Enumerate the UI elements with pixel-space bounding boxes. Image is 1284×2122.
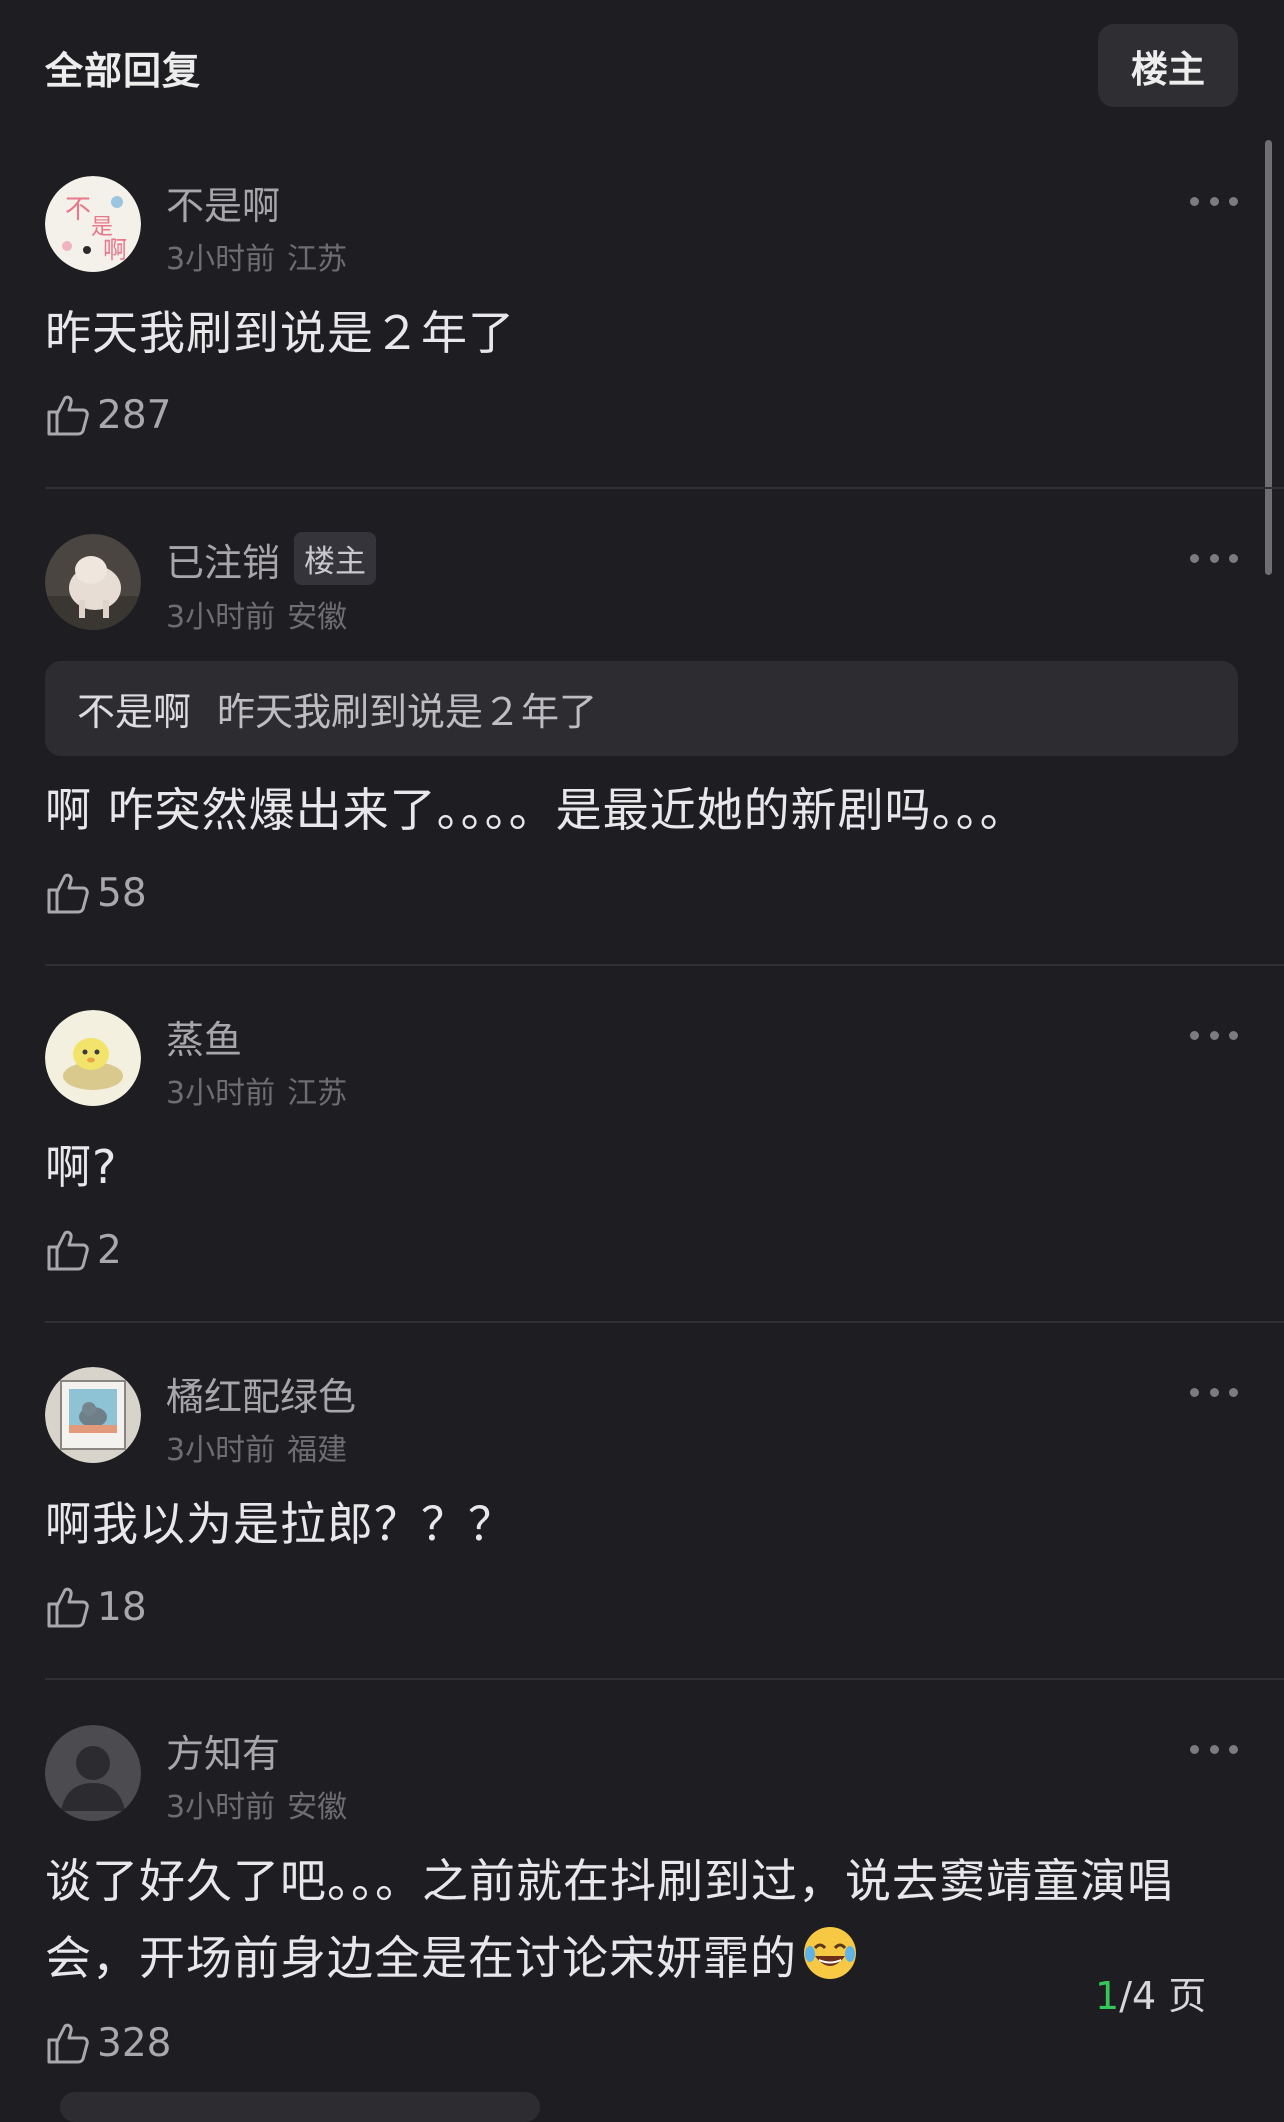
comment-text: 啊? — [45, 1140, 118, 1194]
thumbs-up-icon — [45, 1227, 91, 1273]
like-count: 287 — [97, 392, 172, 438]
like-button[interactable]: 2 — [45, 1227, 122, 1273]
tears-of-joy-emoji-icon — [801, 1924, 859, 1982]
quoted-text: 昨天我刷到说是２年了 — [217, 690, 598, 734]
thumbs-up-icon — [45, 392, 91, 438]
comment-meta: 3小时前 安徽 — [166, 1782, 347, 1826]
username[interactable]: 已注销 楼主 — [166, 532, 377, 587]
svg-text:啊: 啊 — [103, 236, 127, 264]
thumbs-up-icon — [45, 1584, 91, 1630]
comment-location: 福建 — [287, 1433, 348, 1468]
avatar[interactable] — [45, 1367, 141, 1463]
username[interactable]: 方知有 — [166, 1723, 280, 1778]
username[interactable]: 蒸鱼 — [166, 1009, 242, 1064]
comment-text: 啊我以为是拉郎？？？ — [45, 1497, 515, 1551]
avatar[interactable]: 不 是 啊 — [45, 176, 141, 272]
comment-meta: 3小时前 江苏 — [166, 1068, 347, 1112]
thumbs-up-icon — [45, 2020, 91, 2066]
comment-text: 昨天我刷到说是２年了 — [45, 306, 515, 360]
comment-location: 安徽 — [287, 600, 348, 635]
divider — [45, 964, 1284, 966]
avatar[interactable] — [45, 1010, 141, 1106]
comment-time: 3小时前 — [166, 600, 276, 635]
comment-location: 安徽 — [287, 1790, 348, 1825]
comment-time: 3小时前 — [166, 242, 276, 277]
like-button[interactable]: 58 — [45, 870, 147, 916]
like-count: 328 — [97, 2020, 172, 2066]
page-indicator[interactable]: 1/4 页 — [1095, 1965, 1206, 2020]
divider — [45, 1678, 1284, 1680]
comment-text-line-1: 谈了好久了吧。。。之前就在抖刷到过，说去窦靖童演唱 — [45, 1854, 1174, 1908]
like-button[interactable]: 18 — [45, 1584, 147, 1630]
quoted-reply[interactable]: 不是啊 昨天我刷到说是２年了 — [45, 661, 1238, 756]
op-badge: 楼主 — [294, 532, 377, 585]
quoted-username: 不是啊 — [77, 690, 192, 734]
comment-location: 江苏 — [287, 1076, 348, 1111]
comment-time: 3小时前 — [166, 1433, 276, 1468]
thumbs-up-icon — [45, 870, 91, 916]
username[interactable]: 不是啊 — [166, 175, 280, 230]
scrollbar[interactable] — [1265, 140, 1272, 575]
page-title: 全部回复 — [45, 49, 202, 93]
comment-meta: 3小时前 福建 — [166, 1425, 347, 1469]
username-text: 已注销 — [166, 541, 281, 585]
more-dots-icon[interactable] — [1190, 1382, 1238, 1402]
comment-meta: 3小时前 江苏 — [166, 234, 347, 278]
divider — [45, 1321, 1284, 1323]
page-current: 1 — [1095, 1974, 1120, 2018]
more-dots-icon[interactable] — [1190, 1025, 1238, 1045]
like-button[interactable]: 328 — [45, 2020, 171, 2066]
comment-time: 3小时前 — [166, 1790, 276, 1825]
like-button[interactable]: 287 — [45, 392, 171, 438]
like-count: 2 — [97, 1227, 122, 1273]
op-only-filter-button[interactable]: 楼主 — [1098, 24, 1238, 107]
comment-location: 江苏 — [287, 242, 348, 277]
page-total: /4 页 — [1119, 1974, 1207, 2018]
username[interactable]: 橘红配绿色 — [166, 1366, 356, 1421]
more-dots-icon[interactable] — [1190, 1739, 1238, 1759]
comment-text: 啊 咋突然爆出来了。。。。是最近她的新剧吗。。。 — [45, 783, 1027, 837]
default-avatar-icon[interactable] — [45, 1725, 141, 1821]
avatar[interactable] — [45, 534, 141, 630]
more-dots-icon[interactable] — [1190, 548, 1238, 568]
like-count: 18 — [97, 1584, 147, 1630]
svg-text:不: 不 — [65, 195, 91, 225]
more-dots-icon[interactable] — [1190, 191, 1238, 211]
like-count: 58 — [97, 870, 147, 916]
comment-time: 3小时前 — [166, 1076, 276, 1111]
comment-text-line-2-content: 会，开场前身边全是在讨论宋妍霏的 — [45, 1931, 797, 1985]
header: 全部回复 楼主 — [0, 0, 1284, 132]
divider — [45, 487, 1284, 489]
next-comment-preview — [60, 2092, 540, 2122]
comment-meta: 3小时前 安徽 — [166, 592, 347, 636]
comment-text-line-2: 会，开场前身边全是在讨论宋妍霏的 — [45, 1920, 1245, 1997]
